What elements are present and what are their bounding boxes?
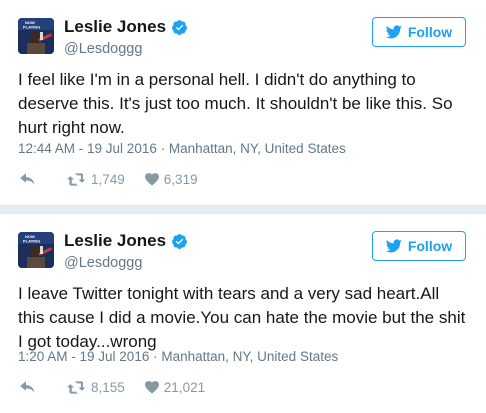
like-count: 21,021	[163, 380, 206, 395]
avatar-badge-text-line2: PLAYING	[23, 25, 40, 30]
tweet-card: NOW PLAYING Leslie Jones @Lesdoggg Follo…	[0, 214, 486, 413]
tweet-actions: 1,749 6,319	[20, 172, 218, 187]
avatar-image: NOW PLAYING	[18, 232, 54, 268]
tweet-actions: 8,155 21,021	[20, 380, 225, 395]
avatar[interactable]: NOW PLAYING	[18, 232, 54, 268]
follow-label: Follow	[407, 238, 453, 254]
retweet-count: 8,155	[91, 380, 125, 395]
reply-icon	[20, 380, 35, 393]
reply-button[interactable]	[20, 172, 41, 187]
like-button[interactable]: 21,021	[144, 380, 206, 395]
retweet-button[interactable]: 8,155	[67, 380, 125, 395]
heart-icon	[144, 381, 159, 394]
tweet-divider	[0, 205, 486, 214]
tweet-location[interactable]: Manhattan, NY, United States	[169, 141, 346, 156]
heart-icon	[144, 173, 159, 186]
tweet-timestamp[interactable]: 1:20 AM - 19 Jul 2016	[18, 349, 149, 364]
twitter-bird-icon	[385, 239, 402, 253]
retweet-icon	[67, 381, 86, 394]
retweet-count: 1,749	[91, 172, 125, 187]
avatar-image: NOW PLAYING	[18, 18, 54, 54]
author-name[interactable]: Leslie Jones	[64, 231, 166, 251]
twitter-bird-icon	[385, 25, 402, 39]
author-row: Leslie Jones	[64, 17, 188, 37]
author-handle[interactable]: @Lesdoggg	[64, 255, 142, 271]
tweet-text: I leave Twitter tonight with tears and a…	[18, 284, 466, 351]
author-name[interactable]: Leslie Jones	[64, 17, 166, 37]
like-button[interactable]: 6,319	[144, 172, 198, 187]
tweet-meta: 12:44 AM - 19 Jul 2016 · Manhattan, NY, …	[18, 141, 346, 156]
verified-badge-icon	[172, 233, 187, 249]
meta-separator: ·	[160, 141, 169, 156]
follow-button[interactable]: Follow	[372, 17, 466, 47]
verified-badge-icon	[172, 19, 187, 35]
tweet-text: I feel like I'm in a personal hell. I di…	[18, 70, 453, 137]
retweet-button[interactable]: 1,749	[67, 172, 125, 187]
like-count: 6,319	[163, 172, 198, 187]
tweet-location[interactable]: Manhattan, NY, United States	[161, 349, 338, 364]
avatar-badge-text-line2: PLAYING	[23, 239, 40, 244]
follow-label: Follow	[407, 24, 453, 40]
author-handle[interactable]: @Lesdoggg	[64, 41, 142, 57]
reply-button[interactable]	[20, 380, 41, 395]
follow-button[interactable]: Follow	[372, 231, 466, 261]
tweet-timestamp[interactable]: 12:44 AM - 19 Jul 2016	[18, 141, 157, 156]
retweet-icon	[67, 173, 86, 186]
author-row: Leslie Jones	[64, 231, 188, 251]
tweet-card: NOW PLAYING Leslie Jones @Lesdoggg Follo…	[0, 0, 486, 205]
reply-icon	[20, 172, 35, 185]
tweet-meta: 1:20 AM - 19 Jul 2016 · Manhattan, NY, U…	[18, 349, 338, 364]
avatar[interactable]: NOW PLAYING	[18, 18, 54, 54]
